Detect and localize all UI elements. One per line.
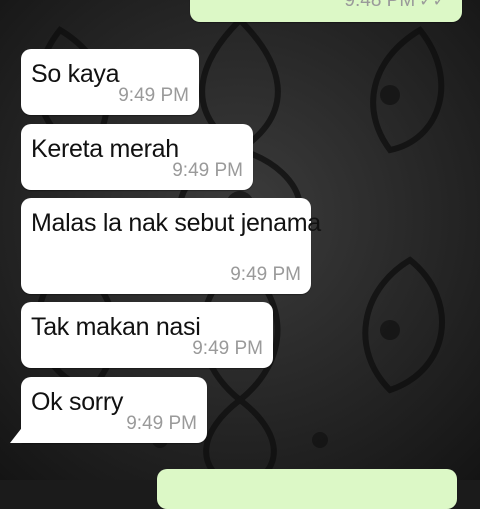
bubble-tail bbox=[10, 425, 24, 443]
outgoing-message-bubble[interactable]: 9:48 PM ✓✓ bbox=[190, 0, 462, 22]
message-text: So kaya bbox=[31, 60, 120, 88]
message-text: Malas la nak sebut jenama bbox=[31, 209, 321, 237]
message-timestamp: 9:49 PM bbox=[192, 338, 263, 359]
message-timestamp: 9:49 PM bbox=[126, 413, 197, 434]
message-timestamp: 9:49 PM bbox=[118, 85, 189, 106]
message-text: Ok sorry bbox=[31, 388, 124, 416]
double-check-icon: ✓✓ bbox=[419, 0, 446, 10]
message-timestamp: 9:48 PM ✓✓ bbox=[344, 0, 446, 12]
incoming-message-bubble[interactable]: Ok sorry 9:49 PM bbox=[21, 377, 207, 443]
message-timestamp: 9:49 PM bbox=[230, 264, 301, 285]
message-text: Tak makan nasi bbox=[31, 313, 201, 341]
incoming-message-bubble[interactable]: So kaya 9:49 PM bbox=[21, 49, 199, 115]
message-timestamp: 9:49 PM bbox=[172, 160, 243, 181]
incoming-message-bubble[interactable]: Malas la nak sebut jenama 9:49 PM bbox=[21, 198, 321, 294]
incoming-message-bubble[interactable]: Tak makan nasi 9:49 PM bbox=[21, 302, 273, 368]
incoming-message-bubble[interactable]: Kereta merah 9:49 PM bbox=[21, 124, 253, 190]
outgoing-message-bubble[interactable] bbox=[157, 469, 457, 509]
message-time: 9:48 PM bbox=[344, 0, 416, 11]
message-text: Kereta merah bbox=[31, 135, 179, 163]
